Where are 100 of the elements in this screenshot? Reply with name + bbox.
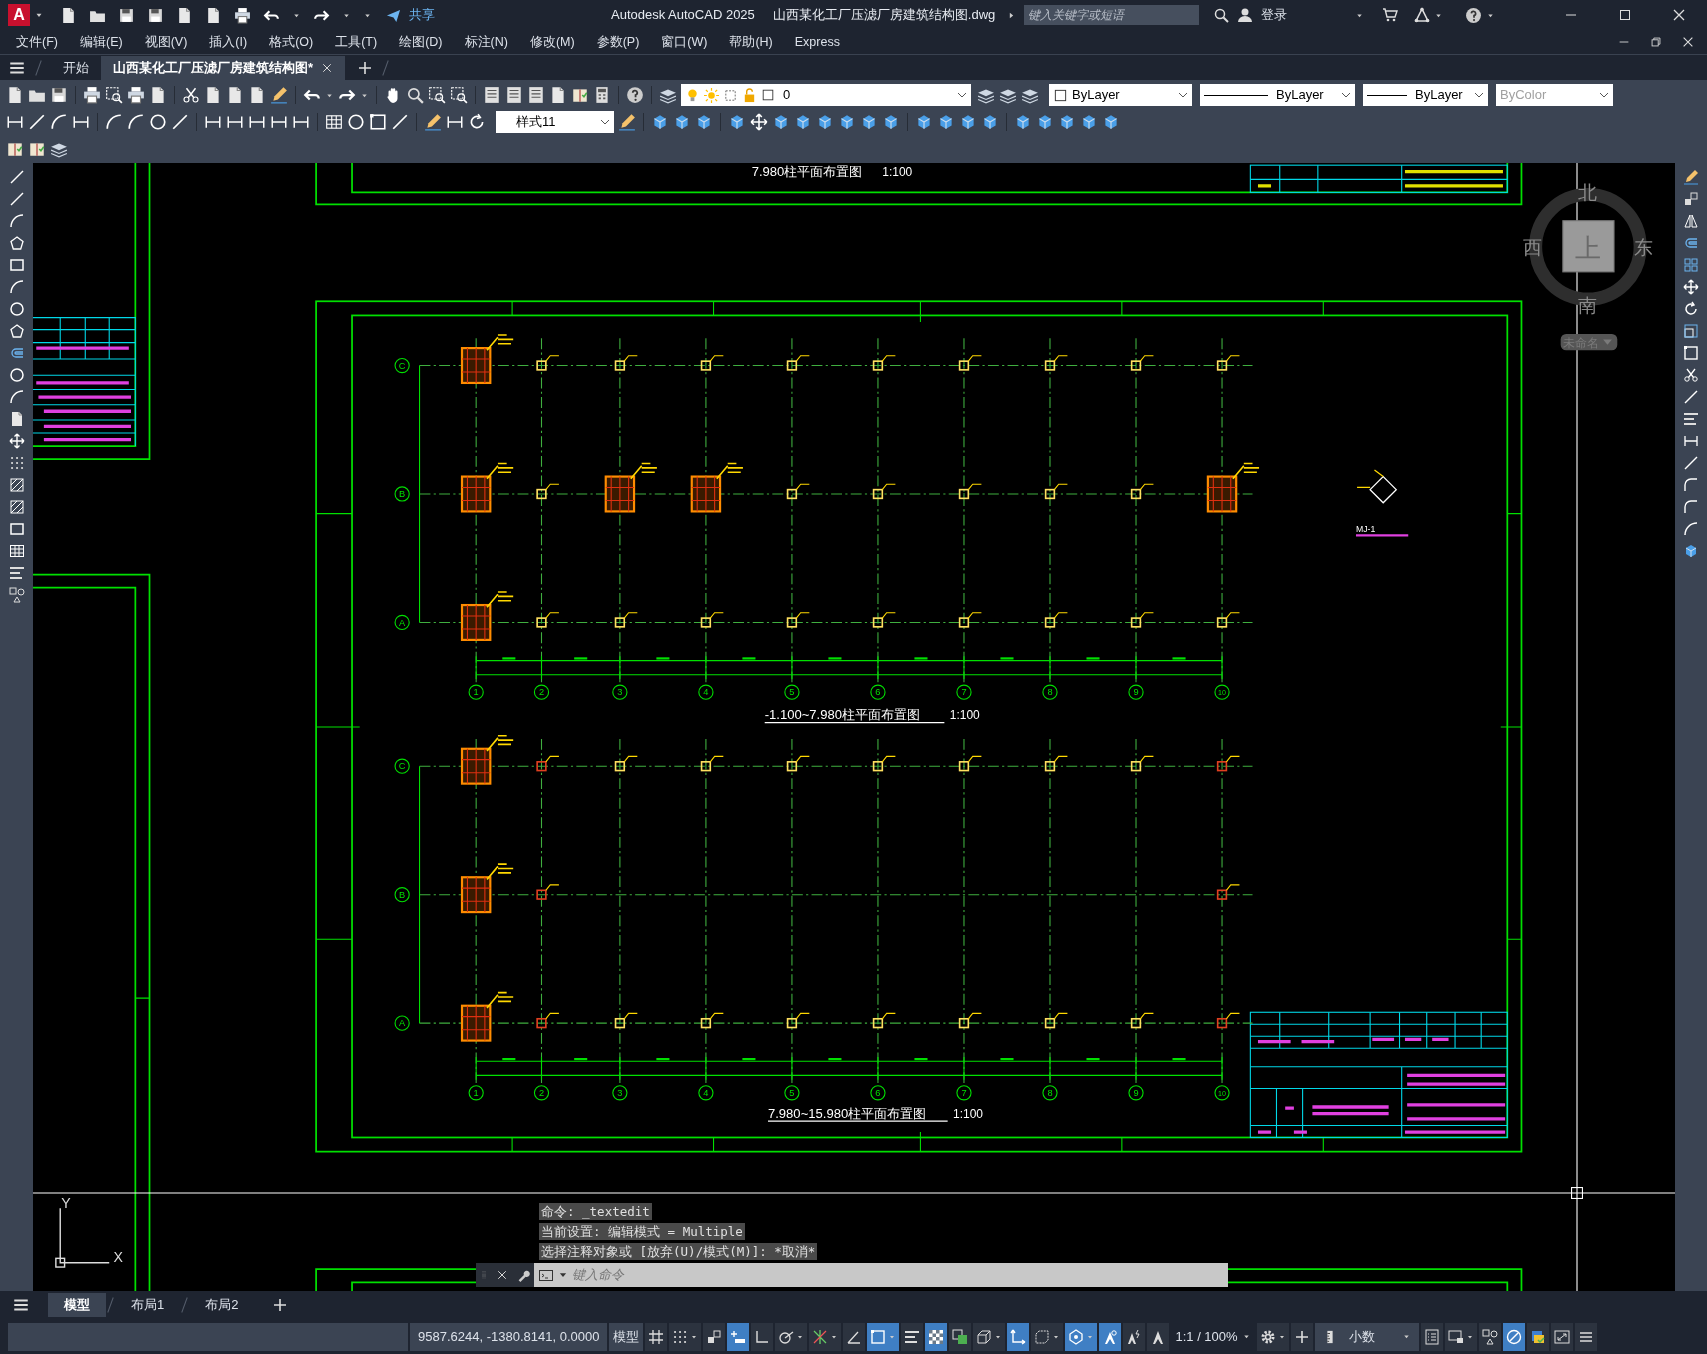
selection-rectangle-icon[interactable] (369, 113, 387, 131)
list-panel-icon[interactable] (527, 86, 545, 104)
layout-tab[interactable]: 布局1 (115, 1293, 181, 1317)
status-toggle[interactable] (973, 1322, 1006, 1351)
four-way-arrow-icon[interactable] (1683, 279, 1699, 295)
arc-icon[interactable] (127, 113, 145, 131)
text-style-dropdown[interactable]: 样式11 (496, 111, 614, 133)
menu-item[interactable]: 修改(M) (529, 32, 575, 52)
menu-item[interactable]: 编辑(E) (79, 32, 123, 52)
printer-icon[interactable] (83, 86, 101, 104)
close-icon[interactable] (1671, 7, 1687, 23)
dimension-icon[interactable] (248, 113, 266, 131)
status-toggle[interactable] (949, 1322, 972, 1351)
status-toggle[interactable] (1256, 1322, 1289, 1351)
pencil-icon[interactable] (424, 113, 442, 131)
restore-icon[interactable] (1649, 35, 1663, 49)
nested-squares-icon[interactable] (1683, 323, 1699, 339)
four-way-arrow-icon[interactable] (750, 113, 768, 131)
circle-icon[interactable] (347, 113, 365, 131)
document-icon[interactable] (248, 86, 266, 104)
cube-icon[interactable] (1080, 113, 1098, 131)
menu-item[interactable]: 帮助(H) (729, 32, 773, 52)
circular-arrow-icon[interactable] (468, 113, 486, 131)
compass-label[interactable]: 北 (1578, 181, 1598, 203)
layout-tab[interactable]: 布局2 (189, 1293, 255, 1317)
close-icon[interactable] (1681, 35, 1695, 49)
corner-squares-icon[interactable] (1683, 191, 1699, 207)
share-button[interactable]: 共享 (409, 5, 435, 25)
document-icon[interactable] (149, 86, 167, 104)
document-icon[interactable] (60, 6, 77, 24)
diagonal-line-icon[interactable] (28, 113, 46, 131)
cube-icon[interactable] (1014, 113, 1032, 131)
concentric-arcs-icon[interactable] (8, 345, 25, 361)
pentagon-icon[interactable] (8, 235, 25, 251)
selection-rectangle-icon[interactable] (1683, 345, 1699, 361)
arc-icon[interactable] (8, 389, 25, 405)
arc-icon[interactable] (8, 279, 25, 295)
status-toggle[interactable] (751, 1322, 774, 1351)
cube-icon[interactable] (651, 113, 669, 131)
viewcube-face[interactable] (1562, 220, 1615, 273)
cube-icon[interactable] (1683, 543, 1699, 559)
cube-icon[interactable] (860, 113, 878, 131)
help-icon[interactable] (626, 86, 644, 104)
status-toggle[interactable] (1502, 1322, 1525, 1351)
dimension-icon[interactable] (446, 113, 464, 131)
user-silhouette-icon[interactable] (1237, 7, 1253, 23)
plus-icon[interactable] (272, 1297, 289, 1313)
menu-item[interactable]: 绘图(D) (399, 32, 443, 52)
calculator-icon[interactable] (593, 86, 611, 104)
compass-label[interactable]: 东 (1633, 237, 1653, 259)
linetype-dropdown[interactable]: ByLayer (1200, 84, 1355, 106)
square-and-circle-icon[interactable] (8, 587, 25, 603)
terminal-window-icon[interactable] (538, 1267, 554, 1283)
horizontal-lines-icon[interactable] (1683, 411, 1699, 427)
circle-icon[interactable] (8, 367, 25, 383)
model-space-button[interactable]: 模型 (609, 1322, 644, 1351)
units-dropdown[interactable]: 小数 (1314, 1322, 1419, 1351)
cube-icon[interactable] (1102, 113, 1120, 131)
menu-item[interactable]: 文件(F) (16, 32, 58, 52)
zoom-window-icon[interactable] (428, 86, 446, 104)
paper-plane-icon[interactable] (386, 7, 401, 23)
dimension-icon[interactable] (292, 113, 310, 131)
cube-icon[interactable] (838, 113, 856, 131)
status-toggle[interactable] (1574, 1322, 1597, 1351)
compass-label[interactable]: 西 (1522, 237, 1542, 259)
status-toggle[interactable] (1290, 1322, 1313, 1351)
pencil-icon[interactable] (618, 113, 636, 131)
zoom-window-icon[interactable] (105, 86, 123, 104)
diagonal-line-icon[interactable] (1683, 455, 1699, 471)
pencil-icon[interactable] (1683, 169, 1699, 185)
cube-icon[interactable] (816, 113, 834, 131)
cube-icon[interactable] (1058, 113, 1076, 131)
diagonal-line-icon[interactable] (391, 113, 409, 131)
cube-icon[interactable] (882, 113, 900, 131)
four-way-arrow-icon[interactable] (8, 433, 25, 449)
status-toggle[interactable] (901, 1322, 924, 1351)
status-toggle[interactable] (1420, 1322, 1443, 1351)
document-icon[interactable] (204, 86, 222, 104)
small-triangle-icon[interactable] (1007, 10, 1016, 20)
status-toggle[interactable] (645, 1322, 668, 1351)
node-triangle-icon[interactable] (1414, 7, 1430, 23)
layer-dropdown[interactable]: 0 (681, 84, 971, 106)
color-dropdown[interactable]: ByLayer (1049, 84, 1192, 106)
status-toggle[interactable] (1526, 1322, 1549, 1351)
diagonal-line-icon[interactable] (1683, 389, 1699, 405)
arc-icon[interactable] (8, 213, 25, 229)
dot-grid-icon[interactable] (8, 455, 25, 471)
shopping-cart-icon[interactable] (1382, 7, 1398, 23)
status-toggle[interactable] (843, 1322, 866, 1351)
rounded-corner-icon[interactable] (1683, 499, 1699, 515)
list-panel-icon[interactable] (505, 86, 523, 104)
cube-icon[interactable] (915, 113, 933, 131)
scissors-icon[interactable] (1683, 367, 1699, 383)
document-icon[interactable] (226, 86, 244, 104)
notebook-icon[interactable] (571, 86, 589, 104)
close-icon[interactable] (321, 62, 334, 74)
status-toggle[interactable] (703, 1322, 726, 1351)
search-icon[interactable] (1213, 7, 1229, 23)
notebook-icon[interactable] (28, 140, 46, 158)
table-grid-icon[interactable] (8, 543, 25, 559)
